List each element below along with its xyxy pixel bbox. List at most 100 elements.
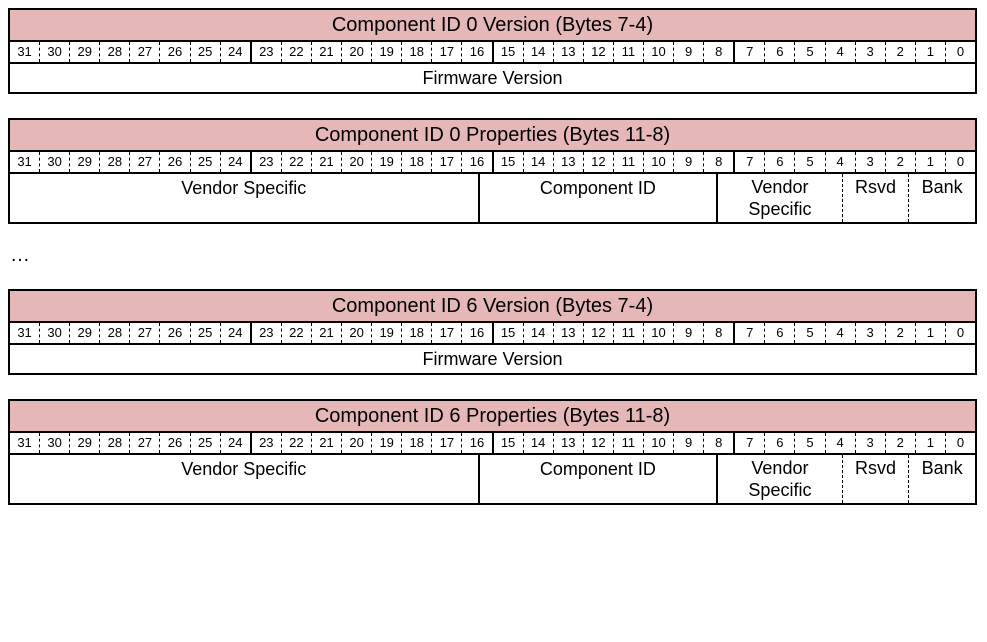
bit-index: 21 bbox=[311, 152, 341, 172]
register-block: Component ID 6 Properties (Bytes 11-8)31… bbox=[8, 399, 977, 505]
bit-index: 12 bbox=[583, 42, 613, 62]
bit-index: 1 bbox=[915, 433, 945, 453]
byte-group: 15141312111098 bbox=[492, 323, 734, 343]
bit-index: 22 bbox=[281, 433, 311, 453]
bit-index: 0 bbox=[945, 42, 975, 62]
bit-index: 0 bbox=[945, 433, 975, 453]
bit-index: 2 bbox=[885, 42, 915, 62]
bit-index: 11 bbox=[613, 323, 643, 343]
bit-index: 1 bbox=[915, 152, 945, 172]
bit-index: 12 bbox=[583, 323, 613, 343]
bit-index: 19 bbox=[371, 323, 401, 343]
byte-group: 3130292827262524 bbox=[10, 323, 250, 343]
bit-index: 27 bbox=[129, 323, 159, 343]
bit-index: 20 bbox=[341, 152, 371, 172]
bit-index: 6 bbox=[764, 323, 794, 343]
bit-index: 30 bbox=[39, 323, 69, 343]
bit-index: 8 bbox=[703, 323, 733, 343]
bit-index: 8 bbox=[703, 152, 733, 172]
bit-index: 9 bbox=[673, 433, 703, 453]
register-block: Component ID 6 Version (Bytes 7-4)313029… bbox=[8, 289, 977, 375]
byte-group: 2322212019181716 bbox=[250, 42, 492, 62]
bit-index: 31 bbox=[10, 323, 39, 343]
bit-index: 24 bbox=[220, 42, 250, 62]
bit-index: 11 bbox=[613, 42, 643, 62]
bit-index: 0 bbox=[945, 323, 975, 343]
bit-index: 16 bbox=[461, 433, 491, 453]
bit-index-row: 3130292827262524232221201918171615141312… bbox=[10, 152, 975, 172]
byte-group: 2322212019181716 bbox=[250, 152, 492, 172]
bit-index: 31 bbox=[10, 42, 39, 62]
byte-group: 76543210 bbox=[733, 42, 975, 62]
register-field: Rsvd bbox=[842, 455, 909, 503]
bit-index: 18 bbox=[401, 42, 431, 62]
bit-index: 13 bbox=[553, 42, 583, 62]
register-block: Component ID 0 Version (Bytes 7-4)313029… bbox=[8, 8, 977, 94]
bit-index: 26 bbox=[159, 323, 189, 343]
bit-index: 20 bbox=[341, 433, 371, 453]
register-field: Firmware Version bbox=[10, 64, 975, 92]
bit-index: 15 bbox=[494, 42, 523, 62]
bit-index: 27 bbox=[129, 433, 159, 453]
bit-index: 13 bbox=[553, 152, 583, 172]
bit-index: 25 bbox=[190, 433, 220, 453]
bit-index: 29 bbox=[69, 323, 99, 343]
bit-index: 8 bbox=[703, 42, 733, 62]
bit-index: 25 bbox=[190, 152, 220, 172]
bit-index: 0 bbox=[945, 152, 975, 172]
bit-index: 23 bbox=[252, 152, 281, 172]
bit-index: 19 bbox=[371, 152, 401, 172]
byte-group: 3130292827262524 bbox=[10, 42, 250, 62]
byte-group: 76543210 bbox=[733, 323, 975, 343]
bit-index: 2 bbox=[885, 152, 915, 172]
bit-index: 23 bbox=[252, 433, 281, 453]
bit-index: 3 bbox=[855, 433, 885, 453]
bit-index: 26 bbox=[159, 42, 189, 62]
bit-index: 24 bbox=[220, 323, 250, 343]
bit-index: 5 bbox=[794, 152, 824, 172]
bit-index: 8 bbox=[703, 433, 733, 453]
byte-group: 76543210 bbox=[733, 152, 975, 172]
bit-index: 9 bbox=[673, 152, 703, 172]
field-row: Firmware Version bbox=[10, 62, 975, 92]
bit-index: 31 bbox=[10, 152, 39, 172]
bit-index-row: 3130292827262524232221201918171615141312… bbox=[10, 433, 975, 453]
bit-index: 3 bbox=[855, 323, 885, 343]
bit-index: 17 bbox=[431, 152, 461, 172]
bit-index: 4 bbox=[825, 152, 855, 172]
bit-index: 5 bbox=[794, 42, 824, 62]
bit-index: 2 bbox=[885, 323, 915, 343]
field-row: Vendor SpecificComponent IDVendorSpecifi… bbox=[10, 453, 975, 503]
byte-group: 15141312111098 bbox=[492, 42, 734, 62]
bit-index: 7 bbox=[735, 433, 764, 453]
bit-index: 20 bbox=[341, 323, 371, 343]
bit-index: 17 bbox=[431, 323, 461, 343]
bit-index: 3 bbox=[855, 42, 885, 62]
bit-index: 19 bbox=[371, 433, 401, 453]
byte-group: 3130292827262524 bbox=[10, 433, 250, 453]
bit-index-row: 3130292827262524232221201918171615141312… bbox=[10, 42, 975, 62]
bit-index: 24 bbox=[220, 433, 250, 453]
register-field: Component ID bbox=[478, 174, 717, 222]
bit-index: 14 bbox=[523, 152, 553, 172]
bit-index: 29 bbox=[69, 42, 99, 62]
bit-index: 6 bbox=[764, 152, 794, 172]
bit-index: 21 bbox=[311, 42, 341, 62]
bit-index: 9 bbox=[673, 42, 703, 62]
register-field: Component ID bbox=[478, 455, 717, 503]
byte-group: 2322212019181716 bbox=[250, 323, 492, 343]
bit-index: 11 bbox=[613, 152, 643, 172]
register-title: Component ID 6 Properties (Bytes 11-8) bbox=[10, 401, 975, 433]
bit-index: 28 bbox=[99, 152, 129, 172]
byte-group: 2322212019181716 bbox=[250, 433, 492, 453]
bit-index: 18 bbox=[401, 152, 431, 172]
bit-index: 18 bbox=[401, 433, 431, 453]
bit-index: 30 bbox=[39, 152, 69, 172]
bit-index: 25 bbox=[190, 42, 220, 62]
bit-index: 10 bbox=[643, 323, 673, 343]
bit-index: 29 bbox=[69, 152, 99, 172]
register-field: Bank bbox=[908, 174, 975, 222]
bit-index: 10 bbox=[643, 42, 673, 62]
bit-index-row: 3130292827262524232221201918171615141312… bbox=[10, 323, 975, 343]
bit-index: 4 bbox=[825, 42, 855, 62]
